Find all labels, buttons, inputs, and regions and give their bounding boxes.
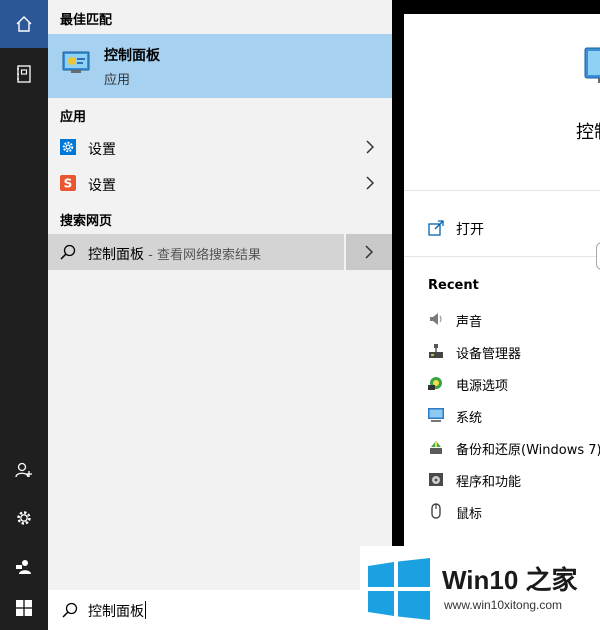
start-button[interactable] [0, 586, 48, 630]
web-search-result: 控制面板 - 查看网络搜索结果 [48, 234, 392, 270]
chevron-right-icon [366, 176, 374, 190]
web-search-query: 控制面板 [88, 247, 144, 263]
app-result-settings[interactable]: 设置 [48, 130, 392, 166]
home-button[interactable] [0, 0, 48, 48]
preview-panel: 控制 打开 Recent 声音 设备管理器 电源选项 系统 备份和还原(Wind… [404, 14, 600, 590]
notebook-button[interactable] [0, 50, 48, 98]
windows-start-icon [16, 600, 32, 616]
notebook-icon [17, 65, 31, 83]
left-rail [0, 0, 48, 630]
power-options-icon [428, 377, 442, 390]
programs-icon [429, 473, 443, 486]
best-match-type: 应用 [104, 73, 131, 88]
recent-heading: Recent [428, 278, 479, 293]
feedback-button[interactable] [0, 542, 48, 590]
recent-item-label: 声音 [456, 315, 483, 330]
open-action-label: 打开 [456, 222, 484, 238]
recent-item-label: 鼠标 [456, 507, 483, 522]
recent-item-label: 设备管理器 [456, 347, 522, 362]
recent-item-label: 程序和功能 [456, 475, 522, 490]
recent-item-device-manager[interactable]: 设备管理器 [404, 337, 600, 369]
control-panel-large-icon [584, 47, 600, 83]
text-caret [145, 601, 146, 619]
web-search-hint: - 查看网络搜索结果 [144, 248, 261, 263]
web-search-expand-button[interactable] [344, 234, 392, 270]
open-action[interactable]: 打开 [404, 204, 600, 256]
settings-button[interactable] [0, 494, 48, 542]
people-icon [15, 462, 32, 478]
watermark-url: www.win10xitong.com [444, 598, 563, 612]
web-search-heading: 搜索网页 [60, 214, 113, 229]
mouse-icon [431, 503, 441, 519]
scroll-handle[interactable] [596, 242, 600, 270]
system-icon [428, 408, 444, 422]
control-panel-icon [62, 51, 90, 73]
device-manager-icon [429, 344, 443, 358]
app-result-label: 设置 [88, 142, 116, 158]
best-match-heading: 最佳匹配 [60, 13, 113, 28]
search-input[interactable]: 控制面板 [48, 590, 392, 630]
people-button[interactable] [0, 446, 48, 494]
feedback-icon [16, 560, 31, 574]
app-result-label: 设置 [88, 178, 116, 194]
speaker-icon [430, 313, 442, 325]
search-icon [60, 244, 76, 260]
recent-item-power-options[interactable]: 电源选项 [404, 369, 600, 401]
apps-heading: 应用 [60, 110, 87, 125]
recent-item-backup[interactable]: 备份和还原(Windows 7) [404, 433, 600, 465]
preview-title: 控制 [576, 122, 600, 143]
divider [404, 190, 600, 191]
search-input-value: 控制面板 [88, 604, 144, 620]
divider [404, 256, 600, 257]
svg-text:S: S [64, 177, 73, 191]
search-results-panel: 最佳匹配 控制面板 应用 应用 设置 S 设置 搜索网页 控制面板 - 查看网络… [48, 0, 392, 590]
watermark: Win10 之家 www.win10xitong.com [360, 546, 600, 630]
gear-settings-icon [60, 139, 76, 155]
recent-item-label: 备份和还原(Windows 7) [456, 443, 600, 458]
windows-logo-icon [368, 558, 430, 620]
recent-item-system[interactable]: 系统 [404, 401, 600, 433]
sogou-settings-icon: S [60, 175, 76, 191]
web-search-result-main[interactable]: 控制面板 - 查看网络搜索结果 [48, 234, 343, 270]
best-match-name: 控制面板 [104, 48, 160, 64]
recent-item-label: 系统 [456, 411, 483, 426]
chevron-right-icon [366, 140, 374, 154]
open-icon [428, 220, 444, 236]
best-match-item[interactable]: 控制面板 应用 [48, 34, 392, 98]
recent-item-sound[interactable]: 声音 [404, 305, 600, 337]
recent-item-mouse[interactable]: 鼠标 [404, 497, 600, 529]
backup-icon [430, 441, 442, 454]
chevron-right-icon [365, 245, 373, 259]
watermark-name: Win10 之家 [442, 565, 578, 595]
app-result-sogou-settings[interactable]: S 设置 [48, 166, 392, 202]
home-icon [16, 16, 32, 32]
recent-item-programs[interactable]: 程序和功能 [404, 465, 600, 497]
search-icon [62, 602, 78, 618]
recent-item-label: 电源选项 [456, 379, 509, 394]
gear-icon [17, 511, 31, 525]
